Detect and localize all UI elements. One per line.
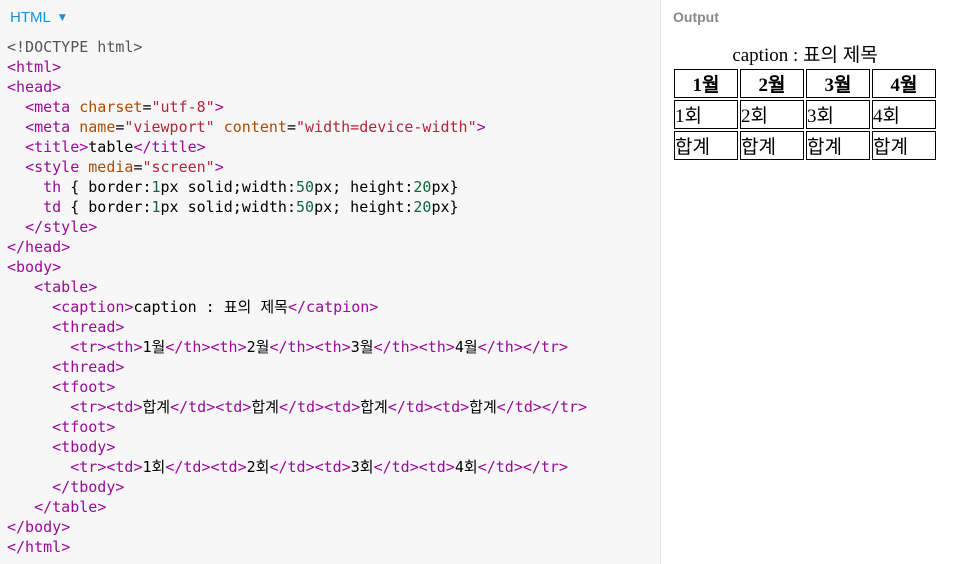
header-cell: 4월 [872,69,936,98]
chevron-down-icon[interactable]: ▼ [59,13,66,23]
code-line[interactable]: <tr><td>1회</td><td>2회</td><td>3회</td><td… [0,457,660,477]
code-line[interactable]: th { border:1px solid;width:50px; height… [0,177,660,197]
code-line[interactable]: <tr><td>합계</td><td>합계</td><td>합계</td><td… [0,397,660,417]
code-line[interactable]: </table> [0,497,660,517]
code-line[interactable]: <html> [0,57,660,77]
header-cell: 1월 [674,69,738,98]
code-line[interactable]: </tbody> [0,477,660,497]
code-area[interactable]: <!DOCTYPE html> <html> <head> <meta charse… [0,37,660,557]
header-cell: 3월 [806,69,870,98]
code-line[interactable]: <meta charset="utf-8"> [0,97,660,117]
code-line[interactable]: <tfoot> [0,377,660,397]
code-line[interactable]: <tr><th>1월</th><th>2월</th><th>3월</th><th… [0,337,660,357]
table-cell: 1회 [674,100,738,129]
code-line[interactable]: td { border:1px solid;width:50px; height… [0,197,660,217]
table-cell: 합계 [740,131,804,160]
header-cell: 2월 [740,69,804,98]
code-line[interactable]: <tbody> [0,437,660,457]
table-cell: 3회 [806,100,870,129]
table-row: 합계 합계 합계 합계 [674,131,936,160]
result-table: caption : 표의 제목 1월 2월 3월 4월 1회 2회 3회 4회 [672,40,938,162]
code-line[interactable]: <meta name="viewport" content="width=dev… [0,117,660,137]
output-title: Output [673,9,719,25]
code-line[interactable]: <thread> [0,357,660,377]
code-line[interactable]: <thread> [0,317,660,337]
table-cell: 합계 [872,131,936,160]
code-line[interactable]: </head> [0,237,660,257]
code-line[interactable]: <style media="screen"> [0,157,660,177]
rendered-output: caption : 표의 제목 1월 2월 3월 4월 1회 2회 3회 4회 [672,40,938,162]
table-caption: caption : 표의 제목 [732,45,878,66]
code-line[interactable]: <tfoot> [0,417,660,437]
code-line[interactable]: </html> [0,537,660,557]
header-row: 1월 2월 3월 4월 [674,69,936,98]
table-cell: 합계 [674,131,738,160]
code-line[interactable]: <head> [0,77,660,97]
code-line[interactable]: <body> [0,257,660,277]
code-line[interactable]: <caption>caption : 표의 제목</catpion> [0,297,660,317]
language-selector[interactable]: HTML [10,9,51,26]
table-cell: 4회 [872,100,936,129]
code-line[interactable]: </body> [0,517,660,537]
code-line[interactable]: <table> [0,277,660,297]
editor-header: HTML ▼ [0,0,660,34]
code-line[interactable]: </style> [0,217,660,237]
app-root: HTML ▼ <!DOCTYPE html> <html> <head> <meta… [0,0,961,564]
output-pane: Output caption : 표의 제목 1월 2월 3월 4월 1회 2회 [661,0,961,564]
table-cell: 합계 [806,131,870,160]
code-editor-pane: HTML ▼ <!DOCTYPE html> <html> <head> <meta… [0,0,661,564]
code-line[interactable]: <title>table</title> [0,137,660,157]
table-cell: 2회 [740,100,804,129]
table-row: 1회 2회 3회 4회 [674,100,936,129]
code-line[interactable]: <!DOCTYPE html> [0,37,660,57]
